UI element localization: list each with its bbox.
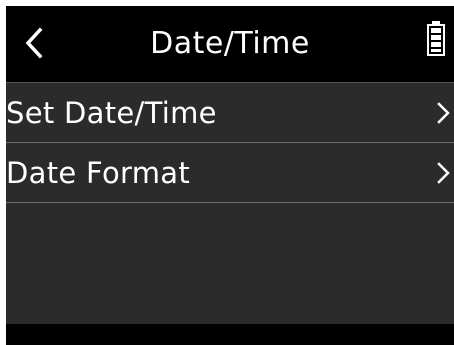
chevron-right-icon [437,162,450,184]
back-button[interactable] [14,18,58,68]
chevron-right-icon [437,102,450,124]
menu-item-set-date-time[interactable]: Set Date/Time [6,83,454,143]
page-title: Date/Time [150,26,310,61]
menu-item-label: Date Format [6,156,191,190]
device-screen: Date/Time Set Date/Time Date Format [6,6,454,345]
battery-icon [426,20,446,56]
chevron-left-icon [25,27,43,59]
header-bar: Date/Time [6,6,454,83]
menu-item-date-format[interactable]: Date Format [6,143,454,203]
footer-bar [6,324,454,345]
menu-item-label: Set Date/Time [6,96,217,130]
menu-list: Set Date/Time Date Format [6,83,454,203]
